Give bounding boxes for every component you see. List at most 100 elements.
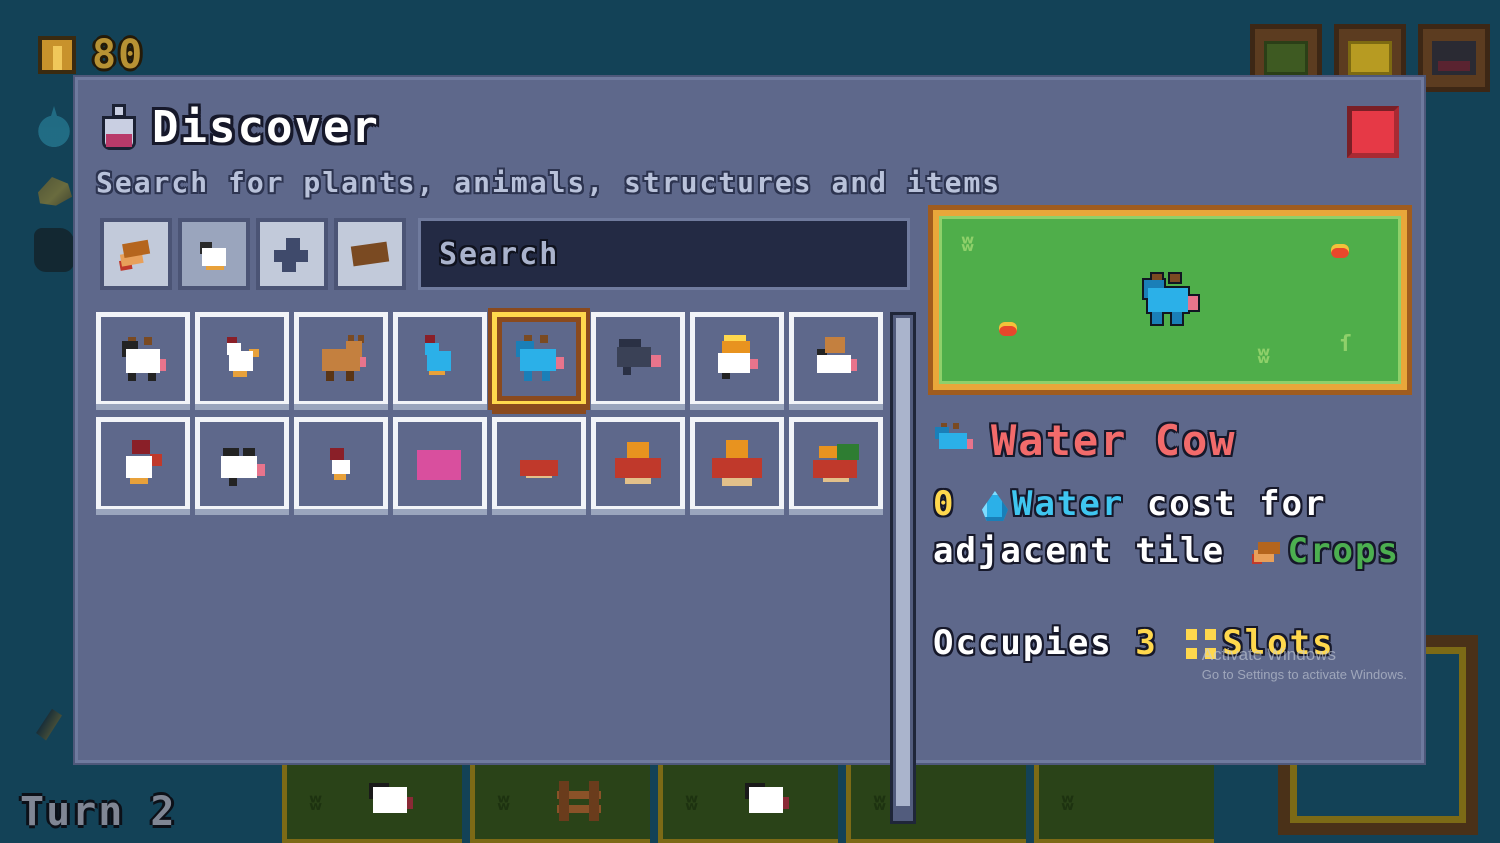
search-input[interactable]: Search — [418, 218, 910, 290]
cow-sprite — [739, 775, 795, 823]
coin-count: 80 — [92, 32, 145, 78]
water-drop-icon[interactable] — [34, 104, 74, 148]
item-chick[interactable] — [294, 417, 388, 515]
green-book-icon — [1264, 41, 1308, 75]
tools-icon — [1432, 41, 1476, 75]
water-cow-sprite — [510, 333, 568, 385]
dark-cow-sprite — [609, 333, 667, 385]
gold-chest-icon — [1348, 41, 1392, 75]
item-blue-chicken[interactable] — [393, 312, 487, 410]
grid-scrollbar-thumb[interactable] — [896, 318, 910, 806]
coin-hud: 80 — [38, 32, 144, 78]
animal-icon — [194, 236, 234, 272]
slots-count: 3 — [1135, 622, 1158, 663]
search-placeholder: Search — [439, 236, 560, 272]
grass-tuft-icon: ʬ — [1257, 344, 1270, 369]
slots-word: Slots — [1222, 622, 1335, 663]
crab-large-sprite — [708, 438, 766, 490]
detail-panel: ʬ ʬ ſ Water Cow 0 Water cost for adjacen… — [933, 210, 1407, 663]
item-spotted-cow[interactable] — [195, 417, 289, 515]
item-crab-small[interactable] — [492, 417, 586, 515]
water-cost-value: 0 — [933, 484, 956, 524]
spotted-cow-sprite — [213, 438, 271, 490]
crop-icon[interactable] — [38, 177, 72, 206]
filter-structures[interactable] — [256, 218, 328, 290]
item-crab-green[interactable] — [789, 417, 883, 515]
item-cow[interactable] — [96, 312, 190, 410]
detail-description: 0 Water cost for adjacent tile Crops — [933, 481, 1407, 575]
item-crab-large[interactable] — [690, 417, 784, 515]
watermark-subtitle: Go to Settings to activate Windows. — [1201, 667, 1407, 682]
cow-sprite — [363, 775, 419, 823]
water-word: Water — [1011, 484, 1125, 524]
grass-tuft-icon: ʬ — [497, 791, 511, 816]
detail-name-row: Water Cow — [933, 416, 1407, 465]
item-crown-cow[interactable] — [690, 312, 784, 410]
water-cow-icon — [933, 422, 977, 459]
item-goat[interactable] — [294, 312, 388, 410]
discover-modal: Discover Search for plants, animals, str… — [75, 77, 1424, 824]
detail-slots: Occupies 3 Slots — [933, 623, 1407, 663]
flask-icon — [100, 103, 138, 152]
crab-medium-sprite — [609, 438, 667, 490]
fence-sprite — [551, 775, 607, 823]
rooster-sprite — [114, 438, 172, 490]
preview-frame: ʬ ʬ ſ — [933, 210, 1407, 390]
crop-icon — [113, 232, 159, 276]
water-drop-icon — [981, 491, 1008, 521]
chick-sprite — [312, 438, 370, 490]
grass-tuft-icon: ſ — [1339, 332, 1352, 357]
bull-cow-sprite — [807, 333, 865, 385]
tile-empty[interactable]: ʬ — [846, 763, 1026, 843]
water-cow-preview — [1138, 272, 1202, 328]
pig-sprite — [411, 438, 469, 490]
item-water-cow[interactable] — [488, 308, 590, 414]
item-rooster[interactable] — [96, 417, 190, 515]
goat-sprite — [312, 333, 370, 385]
crops-word: Crops — [1287, 530, 1400, 571]
coal-icon[interactable] — [34, 228, 74, 272]
crown-cow-sprite — [708, 333, 766, 385]
structure-icon — [272, 236, 312, 272]
item-pig[interactable] — [393, 417, 487, 515]
tile-fence[interactable]: ʬ — [470, 763, 650, 843]
grass-tuft-icon: ʬ — [685, 791, 699, 816]
chicken-sprite — [213, 333, 271, 385]
item-dark-cow[interactable] — [591, 312, 685, 410]
crab-green-sprite — [807, 438, 865, 490]
item-crab-medium[interactable] — [591, 417, 685, 515]
left-resource-rail — [34, 104, 74, 272]
filter-items[interactable] — [334, 218, 406, 290]
slots-prefix: Occupies — [933, 622, 1113, 663]
modal-header: Discover — [100, 102, 380, 153]
filter-tabs — [100, 218, 406, 290]
item-chicken[interactable] — [195, 312, 289, 410]
coin-icon — [38, 36, 76, 74]
flower-icon — [1331, 244, 1349, 258]
blue-chicken-sprite — [411, 333, 469, 385]
filter-animals[interactable] — [178, 218, 250, 290]
tools-button[interactable] — [1418, 24, 1490, 92]
pickaxe-icon[interactable] — [36, 708, 62, 741]
grass-tuft-icon: ʬ — [1061, 791, 1075, 816]
slot-corners-icon — [1186, 628, 1217, 659]
crop-icon — [1251, 539, 1284, 566]
grass-tuft-icon: ʬ — [309, 791, 323, 816]
grass-tuft-icon: ʬ — [961, 232, 974, 257]
modal-subtitle: Search for plants, animals, structures a… — [96, 166, 1002, 199]
desc-line2-text: adjacent tile — [933, 530, 1226, 571]
grass-tuft-icon: ʬ — [873, 791, 887, 816]
tile-cow-2[interactable]: ʬ — [658, 763, 838, 843]
desc-mid-text: cost for — [1146, 484, 1327, 524]
tile-empty-2[interactable]: ʬ — [1034, 763, 1214, 843]
hotbar: ʬ ʬ ʬ ʬ ʬ — [282, 763, 1214, 843]
turn-label: Turn 2 — [20, 789, 177, 835]
filter-plants[interactable] — [100, 218, 172, 290]
flower-icon — [999, 322, 1017, 336]
tile-cow[interactable]: ʬ — [282, 763, 462, 843]
grid-scrollbar[interactable] — [890, 312, 916, 824]
close-button[interactable] — [1347, 106, 1399, 158]
cow-sprite — [114, 333, 172, 385]
left-rail-bottom — [30, 700, 70, 744]
item-bull-cow[interactable] — [789, 312, 883, 410]
